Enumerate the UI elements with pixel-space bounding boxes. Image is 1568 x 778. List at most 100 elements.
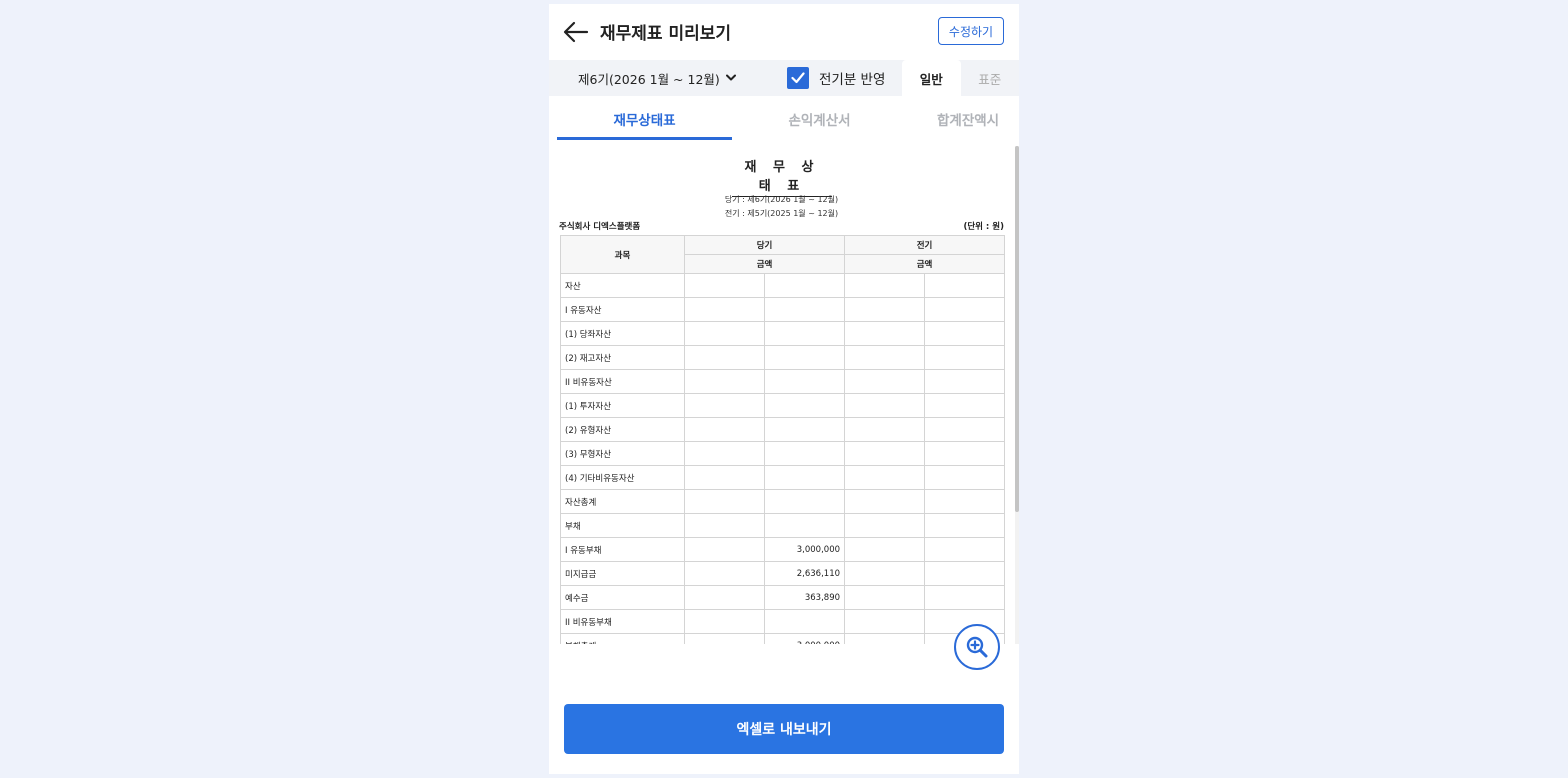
amount-cell	[684, 633, 765, 644]
table-row: (1) 당좌자산	[560, 321, 1006, 346]
amount-cell	[844, 513, 926, 538]
amount-cell	[763, 417, 846, 442]
options-bar: 제6기(2026 1월 ~ 12월) 전기분 반영 일반 표준	[549, 60, 1019, 96]
amount-cell	[763, 369, 846, 394]
row-label: (1) 당좌자산	[560, 321, 685, 346]
table-row: 자산	[560, 273, 1006, 298]
table-row: 미지급금 2,636,110	[560, 561, 1006, 586]
row-label: 자산총계	[560, 489, 685, 514]
amount-cell	[924, 561, 1006, 586]
amount-cell	[684, 321, 765, 346]
row-label: 부채	[560, 513, 685, 538]
row-label: (2) 재고자산	[560, 345, 685, 370]
table-row: (2) 재고자산	[560, 345, 1006, 370]
amount-cell	[844, 585, 926, 610]
amount-cell	[924, 321, 1006, 346]
amount-cell	[684, 297, 765, 322]
edit-button[interactable]: 수정하기	[938, 17, 1004, 45]
amount-cell	[924, 537, 1006, 562]
prior-reflect-toggle[interactable]: 전기분 반영	[787, 66, 885, 90]
company-name: 주식회사 디엑스플랫폼	[559, 222, 641, 232]
amount-cell	[684, 609, 765, 634]
amount-cell	[924, 513, 1006, 538]
back-button[interactable]	[563, 20, 589, 44]
amount-cell: 3,000,000	[763, 633, 846, 644]
amount-cell	[684, 537, 765, 562]
tab-income-statement[interactable]: 손익계산서	[732, 96, 907, 142]
amount-cell	[844, 537, 926, 562]
table-row: 부채	[560, 513, 1006, 538]
amount-cell: 363,890	[763, 585, 846, 610]
header-current: 당기	[683, 235, 846, 255]
row-label: 부채총계	[560, 633, 685, 644]
amount-cell	[924, 297, 1006, 322]
amount-cell	[684, 273, 765, 298]
amount-cell	[763, 297, 846, 322]
amount-cell	[684, 585, 765, 610]
row-label: II 비유동부채	[560, 609, 685, 634]
amount-cell	[763, 345, 846, 370]
table-row: (3) 무형자산	[560, 441, 1006, 466]
table-row: (4) 기타비유동자산	[560, 465, 1006, 490]
tab-balance-sheet[interactable]: 재무상태표	[557, 96, 732, 142]
mode-toggle: 일반 표준	[902, 60, 1019, 96]
amount-cell	[924, 441, 1006, 466]
amount-cell	[844, 369, 926, 394]
amount-cell	[684, 369, 765, 394]
table-row: (1) 투자자산	[560, 393, 1006, 418]
amount-cell	[684, 465, 765, 490]
table-row: I 유동부채 3,000,000	[560, 537, 1006, 562]
amount-cell: 2,636,110	[763, 561, 846, 586]
amount-cell	[684, 417, 765, 442]
prior-reflect-checkbox[interactable]	[787, 67, 809, 89]
amount-cell	[844, 633, 926, 644]
amount-cell	[763, 441, 846, 466]
amount-cell	[763, 393, 846, 418]
amount-cell	[924, 393, 1006, 418]
row-label: (3) 무형자산	[560, 441, 685, 466]
amount-cell	[763, 321, 846, 346]
zoom-button[interactable]	[954, 624, 1000, 670]
amount-cell: 3,000,000	[763, 537, 846, 562]
tab-trial-balance[interactable]: 합계잔액시	[937, 96, 1019, 142]
table-row: II 비유동자산	[560, 369, 1006, 394]
amount-cell	[924, 489, 1006, 514]
mode-general-button[interactable]: 일반	[902, 60, 961, 96]
amount-cell	[924, 585, 1006, 610]
check-icon	[791, 72, 805, 84]
statement-preview[interactable]: 재 무 상 태 표 당기 : 제6기(2026 1월 ~ 12월) 전기 : 제…	[559, 146, 1014, 644]
amount-cell	[844, 465, 926, 490]
amount-cell	[684, 489, 765, 514]
row-label: (1) 투자자산	[560, 393, 685, 418]
amount-cell	[763, 489, 846, 514]
scrollbar-thumb[interactable]	[1015, 146, 1019, 512]
amount-cell	[844, 393, 926, 418]
table-row: 부채총계 3,000,000	[560, 633, 1006, 644]
amount-cell	[924, 369, 1006, 394]
active-tab-indicator	[557, 137, 732, 140]
row-label: (2) 유형자산	[560, 417, 685, 442]
period-select[interactable]: 제6기(2026 1월 ~ 12월)	[578, 60, 736, 96]
prior-period-label: 전기 : 제5기(2025 1월 ~ 12월)	[724, 209, 839, 218]
row-label: I 유동부채	[560, 537, 685, 562]
header-prior-amount: 금액	[844, 254, 1006, 274]
zoom-in-icon	[966, 636, 988, 658]
amount-cell	[924, 417, 1006, 442]
export-excel-button[interactable]: 엑셀로 내보내기	[564, 704, 1004, 754]
amount-cell	[844, 489, 926, 514]
table-row: II 비유동부채	[560, 609, 1006, 634]
row-label: I 유동자산	[560, 297, 685, 322]
amount-cell	[684, 345, 765, 370]
mode-standard-button[interactable]: 표준	[961, 60, 1020, 96]
row-label: 예수금	[560, 585, 685, 610]
header-subject: 과목	[560, 235, 685, 274]
table-row: (2) 유형자산	[560, 417, 1006, 442]
table-body: 자산 I 유동자산 (1) 당좌자산 (2) 재고자산 II 비유동자산 (1) 투자자산…	[560, 273, 1006, 644]
row-label: 미지급금	[560, 561, 685, 586]
amount-cell	[684, 561, 765, 586]
amount-cell	[844, 441, 926, 466]
table-row: 자산총계	[560, 489, 1006, 514]
balance-sheet-table: 과목 당기 전기 금액 금액 자산 I 유동자산 (1) 당좌자산 (2) 재고자산 I…	[560, 235, 1006, 644]
current-period-label: 당기 : 제6기(2026 1월 ~ 12월)	[724, 195, 839, 204]
header-prior: 전기	[844, 235, 1006, 255]
